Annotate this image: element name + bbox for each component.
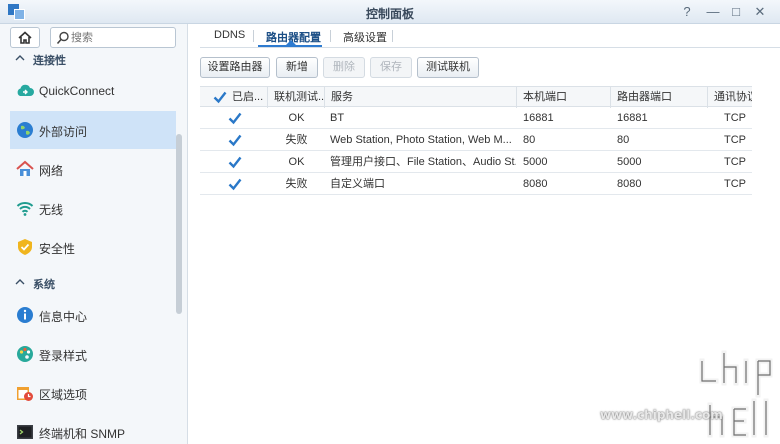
cell-protocol: TCP [724, 178, 746, 190]
section-label: 系统 [33, 279, 55, 291]
sidebar-item-security[interactable]: 安全性 [10, 228, 176, 266]
cell-test-result: OK [288, 156, 305, 168]
cell-service: 管理用户接口、File Station、Audio St... [330, 156, 516, 168]
setup-router-button[interactable]: 设置路由器 [200, 57, 270, 78]
search-input[interactable] [71, 30, 171, 45]
cell-test-result: 失败 [285, 178, 308, 190]
column-header-protocol[interactable]: 通讯协议 [708, 87, 752, 108]
column-header-service[interactable]: 服务 [325, 87, 517, 108]
sidebar-item-label: QuickConnect [39, 84, 115, 98]
sidebar-item-label: 信息中心 [39, 310, 88, 324]
info-icon [17, 307, 33, 323]
sidebar-item-network[interactable]: 网络 [10, 150, 176, 188]
chevron-up-icon [15, 279, 25, 285]
section-header-connectivity[interactable]: 连接性 [0, 52, 180, 68]
table-row[interactable]: 失败 自定义端口 8080 8080 TCP [200, 173, 752, 195]
title-bar: 控制面板 ? — □ ✕ [0, 0, 780, 24]
cell-local-port: 16881 [523, 112, 554, 124]
search-box[interactable] [50, 27, 176, 48]
section-header-system[interactable]: 系统 [0, 276, 180, 292]
cell-local-port: 5000 [523, 156, 548, 168]
chevron-up-icon [15, 55, 25, 61]
shield-icon [18, 239, 32, 255]
sidebar-item-wireless[interactable]: 无线 [10, 189, 176, 227]
sidebar-item-quickconnect[interactable]: QuickConnect [10, 72, 176, 110]
tab-divider [392, 30, 393, 42]
sidebar: 连接性 QuickConnect 外部访问 网络 无线 安全性 系统 信息中心 … [0, 24, 188, 444]
chiphell-watermark-logo [699, 350, 773, 438]
tab-divider [330, 30, 331, 42]
sidebar-item-external-access[interactable]: 外部访问 [10, 111, 176, 149]
column-header-local-port[interactable]: 本机端口 [517, 87, 611, 108]
sidebar-item-label: 终端机和 SNMP [39, 427, 126, 441]
sidebar-item-label: 安全性 [39, 242, 76, 256]
cell-router-port: 8080 [617, 178, 642, 190]
column-header-enabled[interactable]: 已启... [200, 87, 268, 108]
quickconnect-cloud-icon [17, 84, 34, 96]
sidebar-item-info-center[interactable]: 信息中心 [10, 296, 176, 334]
palette-icon [17, 346, 33, 362]
window-title: 控制面板 [365, 7, 414, 21]
cell-service: Web Station, Photo Station, Web M... [330, 134, 512, 146]
column-header-label: 已启... [232, 91, 264, 103]
tab-divider [253, 30, 254, 42]
cell-test-result: OK [288, 112, 305, 124]
help-button[interactable]: ? [676, 3, 698, 21]
sidebar-scrollbar[interactable] [176, 134, 182, 314]
sidebar-item-label: 区域选项 [39, 388, 88, 402]
add-button[interactable]: 新增 [276, 57, 318, 78]
minimize-button[interactable]: — [702, 3, 724, 21]
tab-ddns[interactable]: DDNS [214, 29, 245, 41]
cell-protocol: TCP [724, 134, 746, 146]
watermark-url: www.chiphell.com [600, 408, 723, 422]
cell-router-port: 16881 [617, 112, 648, 124]
home-icon [18, 31, 32, 44]
tab-divider-line [200, 47, 780, 48]
table-row[interactable]: 失败 Web Station, Photo Station, Web M... … [200, 129, 752, 151]
section-label: 连接性 [33, 55, 66, 67]
cell-local-port: 80 [523, 134, 536, 146]
table-header: 已启... 联机测试... 服务 本机端口 路由器端口 通讯协议 [200, 86, 752, 108]
tab-advanced-settings[interactable]: 高级设置 [343, 29, 387, 45]
maximize-button[interactable]: □ [725, 3, 747, 21]
sidebar-item-label: 网络 [39, 164, 64, 178]
wifi-icon [16, 202, 34, 216]
enabled-checkbox[interactable] [228, 133, 242, 147]
enabled-checkbox[interactable] [228, 111, 242, 125]
globe-icon [17, 122, 33, 138]
sidebar-item-terminal-snmp[interactable]: 终端机和 SNMP [10, 413, 176, 444]
save-button[interactable]: 保存 [370, 57, 412, 78]
table-row[interactable]: OK BT 16881 16881 TCP [200, 107, 752, 129]
network-house-icon [16, 160, 34, 176]
column-header-test[interactable]: 联机测试... [268, 87, 325, 108]
sidebar-item-login-style[interactable]: 登录样式 [10, 335, 176, 373]
sidebar-item-label: 外部访问 [39, 125, 88, 139]
cell-protocol: TCP [724, 112, 746, 124]
test-connection-button[interactable]: 测试联机 [417, 57, 479, 78]
cell-test-result: 失败 [285, 134, 308, 146]
terminal-icon [17, 425, 33, 439]
cell-local-port: 8080 [523, 178, 548, 190]
select-all-checkbox[interactable] [213, 90, 227, 104]
cell-router-port: 80 [617, 134, 630, 146]
close-button[interactable]: ✕ [749, 3, 771, 21]
cell-service: 自定义端口 [330, 178, 385, 190]
search-icon [56, 31, 69, 45]
sidebar-item-label: 登录样式 [39, 349, 88, 363]
enabled-checkbox[interactable] [228, 177, 242, 191]
delete-button[interactable]: 删除 [323, 57, 365, 78]
cell-router-port: 5000 [617, 156, 642, 168]
home-button[interactable] [10, 27, 40, 48]
calendar-clock-icon [17, 387, 33, 401]
sidebar-item-label: 无线 [39, 203, 64, 217]
cell-service: BT [330, 112, 345, 124]
table-row[interactable]: OK 管理用户接口、File Station、Audio St... 5000 … [200, 151, 752, 173]
enabled-checkbox[interactable] [228, 155, 242, 169]
cell-protocol: TCP [724, 156, 746, 168]
column-header-router-port[interactable]: 路由器端口 [611, 87, 708, 108]
sidebar-item-regional-options[interactable]: 区域选项 [10, 374, 176, 412]
